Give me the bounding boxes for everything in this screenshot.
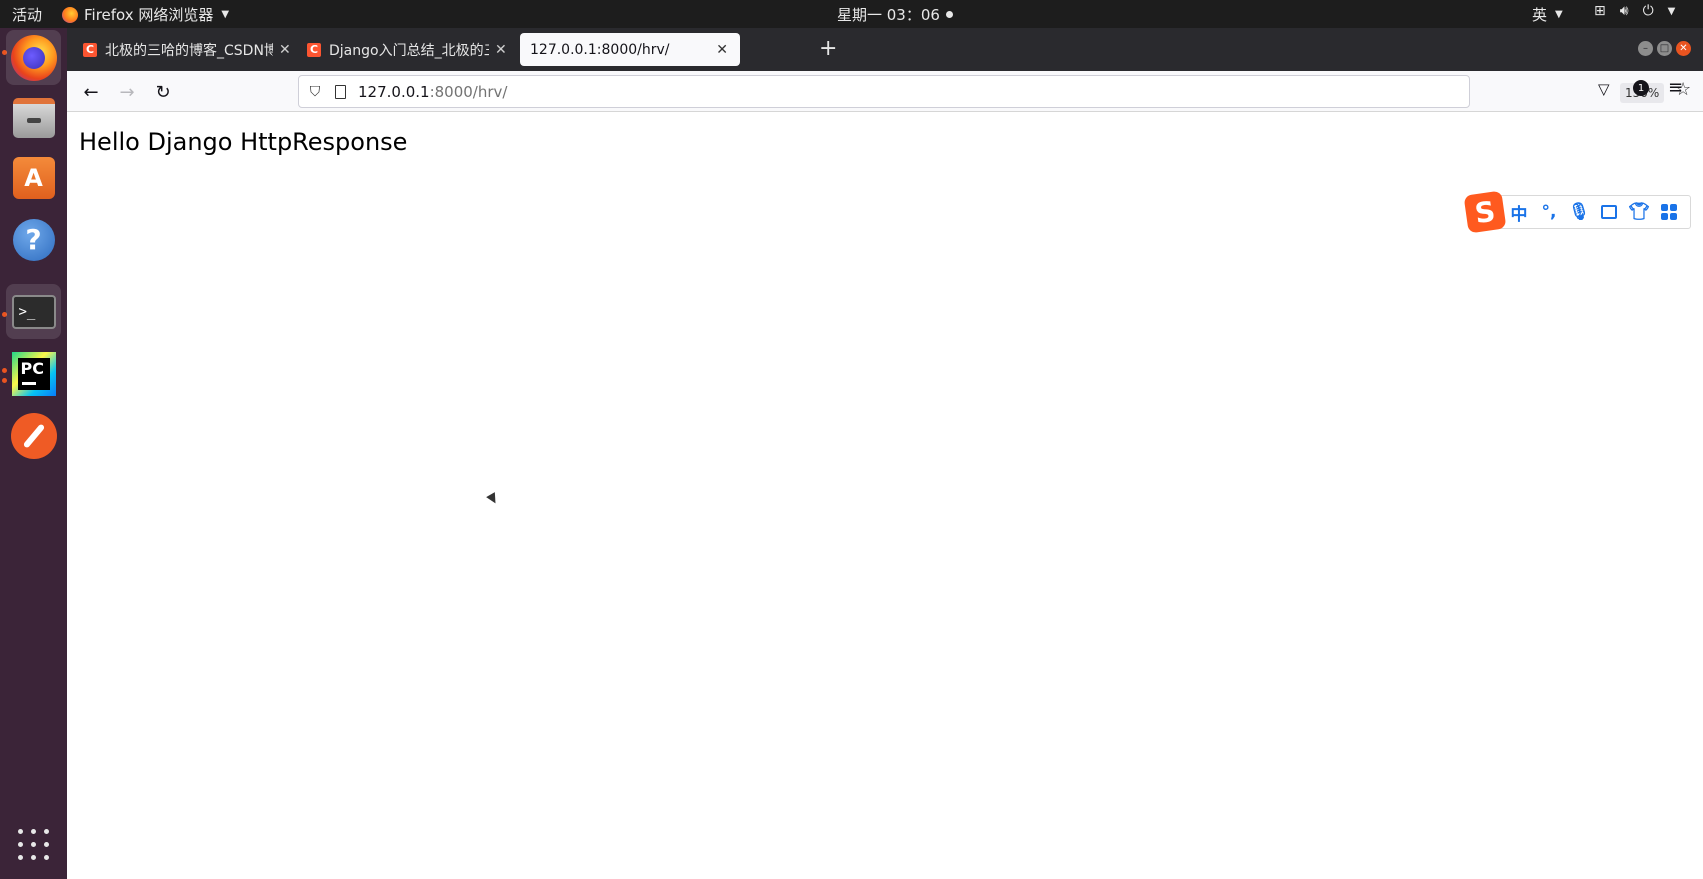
activities-button[interactable]: 活动 <box>12 4 42 25</box>
files-icon <box>12 97 55 138</box>
system-menu[interactable]: ⊞ 🔊︎ ⏻ ▼ <box>1594 3 1675 19</box>
notification-dot-icon <box>945 11 953 18</box>
volume-icon: 🔊︎ <box>1619 3 1629 19</box>
dock-postman[interactable] <box>6 408 61 463</box>
reload-button[interactable]: ↻ <box>150 79 176 105</box>
page-info-icon[interactable] <box>335 84 346 99</box>
nav-bar: ← → ↻ ⛉ 127.0.0.1:8000/hrv/ 150% ☆ ▽ 1 ≡ <box>67 71 1703 112</box>
tab-title: 北极的三哈的博客_CSDN博客 <box>105 42 273 59</box>
url-host: 127.0.0.1 <box>358 82 430 101</box>
csdn-favicon-icon: C <box>307 42 321 57</box>
clock-label: 星期一 03：06 <box>837 6 940 24</box>
hamburger-menu-icon[interactable]: ≡ <box>1668 77 1683 98</box>
network-icon: ⊞ <box>1594 3 1606 19</box>
input-method-menu[interactable]: 英 ▼ <box>1532 4 1563 25</box>
csdn-favicon-icon: C <box>83 42 97 57</box>
input-lang-label: 英 <box>1532 6 1548 24</box>
app-menu-label: Firefox 网络浏览器 <box>84 6 214 24</box>
notification-badge: 1 <box>1633 80 1649 96</box>
top-bar: 活动 Firefox 网络浏览器 ▼ 星期一 03：06 英 ▼ ⊞ 🔊︎ ⏻ … <box>0 0 1703 28</box>
tab-csdn-blog[interactable]: C 北极的三哈的博客_CSDN博客 ✕ <box>73 33 293 66</box>
ime-punctuation-toggle[interactable]: °, <box>1534 202 1564 222</box>
close-window-button[interactable]: ✕ <box>1676 41 1691 56</box>
close-tab-icon[interactable]: ✕ <box>495 42 507 58</box>
tab-django-summary[interactable]: C Django入门总结_北极的三哈 ✕ <box>297 33 517 66</box>
software-store-icon: A <box>12 156 55 199</box>
dock: A ? >_ PC <box>0 28 67 879</box>
apps-grid-icon <box>17 828 51 862</box>
close-tab-icon[interactable]: ✕ <box>716 42 728 58</box>
ime-mode-toggle[interactable]: 中 <box>1504 200 1534 225</box>
dock-terminal[interactable]: >_ <box>6 284 61 339</box>
microphone-icon[interactable]: 🎙︎ <box>1564 202 1594 222</box>
ime-toolbar[interactable]: S 中 °, 🎙︎ 👕︎ <box>1463 190 1691 234</box>
pycharm-icon: PC <box>11 351 56 396</box>
new-tab-button[interactable]: + <box>819 36 837 61</box>
keyboard-icon[interactable] <box>1601 205 1617 219</box>
dock-pycharm[interactable]: PC <box>6 346 61 401</box>
tab-strip: C 北极的三哈的博客_CSDN博客 ✕ C Django入门总结_北极的三哈 ✕… <box>67 28 1703 71</box>
dock-firefox[interactable] <box>6 30 61 85</box>
help-icon: ? <box>12 218 55 261</box>
toolbox-grid-icon[interactable] <box>1661 204 1677 220</box>
sogou-logo-icon[interactable]: S <box>1463 190 1507 234</box>
firefox-icon <box>10 34 57 81</box>
chevron-down-icon: ▼ <box>1667 5 1676 17</box>
page-heading: Hello Django HttpResponse <box>79 128 408 156</box>
tab-title: Django入门总结_北极的三哈 <box>329 42 489 59</box>
minimize-button[interactable]: – <box>1638 41 1653 56</box>
forward-button[interactable]: → <box>114 79 140 105</box>
firefox-icon <box>62 6 78 23</box>
tab-title: 127.0.0.1:8000/hrv/ <box>530 41 670 58</box>
chevron-down-icon: ▼ <box>221 9 230 20</box>
tracking-protection-icon[interactable]: ⛉ <box>307 84 323 100</box>
chevron-down-icon: ▼ <box>1555 9 1563 20</box>
dock-files[interactable] <box>6 90 61 145</box>
tab-current[interactable]: 127.0.0.1:8000/hrv/ ✕ <box>520 33 740 66</box>
dock-software[interactable]: A <box>6 150 61 205</box>
maximize-button[interactable]: □ <box>1657 41 1672 56</box>
terminal-icon: >_ <box>11 294 56 329</box>
close-tab-icon[interactable]: ✕ <box>279 42 291 58</box>
pocket-icon[interactable]: ▽ <box>1598 80 1610 98</box>
clock[interactable]: 星期一 03：06 <box>837 4 953 25</box>
page-content: Hello Django HttpResponse <box>67 112 1703 879</box>
extensions-button[interactable]: 1 <box>1633 80 1649 96</box>
postman-icon <box>10 412 57 459</box>
app-menu[interactable]: Firefox 网络浏览器 ▼ <box>62 4 229 25</box>
dock-show-applications[interactable] <box>6 817 61 872</box>
power-icon: ⏻ <box>1642 3 1654 19</box>
back-button[interactable]: ← <box>78 79 104 105</box>
skin-shirt-icon[interactable]: 👕︎ <box>1624 202 1654 222</box>
url-bar[interactable]: ⛉ 127.0.0.1:8000/hrv/ 150% ☆ <box>298 75 1691 108</box>
url-path: :8000/hrv/ <box>429 82 508 101</box>
dock-help[interactable]: ? <box>6 212 61 267</box>
